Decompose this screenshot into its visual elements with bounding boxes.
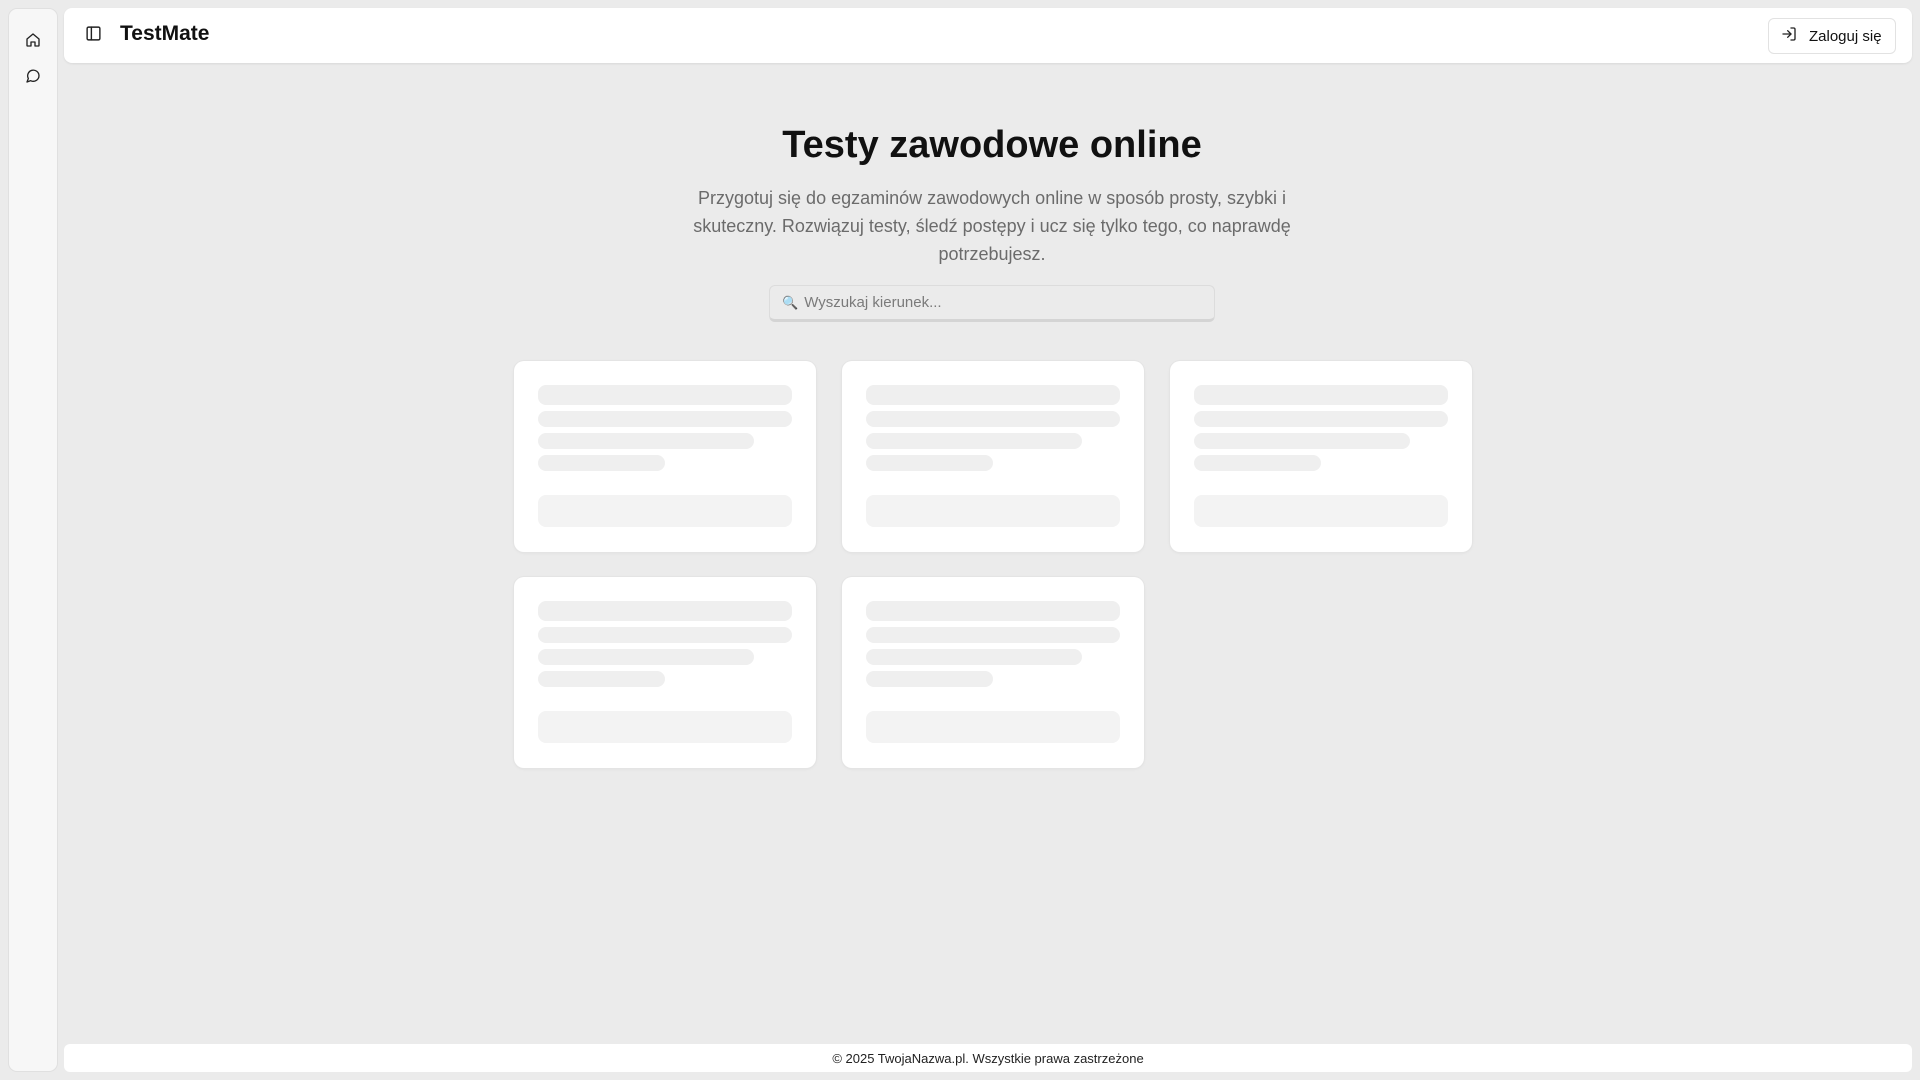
skeleton-line [866, 385, 1120, 405]
page-subtitle: Przygotuj się do egzaminów zawodowych on… [693, 188, 1291, 264]
skeleton-line [1194, 411, 1448, 427]
skeleton-button [538, 711, 792, 743]
home-button[interactable] [21, 30, 45, 54]
course-card-skeleton [842, 577, 1144, 768]
skeleton-button [866, 495, 1120, 527]
chat-icon [25, 68, 41, 89]
home-icon [25, 32, 41, 53]
course-card-skeleton [514, 577, 816, 768]
search-icon: 🔍 [782, 294, 799, 310]
skeleton-button [538, 495, 792, 527]
page-title: Testy zawodowe online [782, 124, 1202, 166]
skeleton-button [866, 711, 1120, 743]
skeleton-line [866, 627, 1120, 643]
skeleton-line [538, 385, 792, 405]
top-header: TestMate Zaloguj się [64, 8, 1912, 63]
skeleton-line [538, 455, 665, 471]
skeleton-line [538, 433, 754, 449]
sidebar-toggle-icon [85, 25, 102, 47]
skeleton-line [538, 627, 792, 643]
skeleton-line [866, 411, 1120, 427]
skeleton-line [538, 411, 792, 427]
search-box: 🔍 [769, 285, 1215, 322]
course-card-skeleton [1170, 361, 1472, 552]
course-card-skeleton [514, 361, 816, 552]
footer-copyright: © 2025 TwojaNazwa.pl. Wszystkie prawa za… [832, 1050, 1144, 1066]
skeleton-line [1194, 455, 1321, 471]
search-input[interactable] [804, 294, 1185, 311]
skeleton-line [1194, 385, 1448, 405]
skeleton-line [866, 671, 993, 687]
footer: © 2025 TwojaNazwa.pl. Wszystkie prawa za… [64, 1044, 1912, 1072]
skeleton-button [1194, 495, 1448, 527]
chat-button[interactable] [21, 66, 45, 90]
login-icon [1781, 26, 1797, 46]
skeleton-line [866, 433, 1082, 449]
sidebar-toggle-button[interactable] [80, 23, 106, 49]
login-button[interactable]: Zaloguj się [1768, 18, 1896, 54]
left-rail [9, 9, 57, 1071]
app-title: TestMate [120, 22, 210, 45]
skeleton-line [538, 671, 665, 687]
skeleton-line [1194, 433, 1410, 449]
skeleton-line [538, 601, 792, 621]
login-label: Zaloguj się [1809, 27, 1882, 45]
skeleton-line [866, 649, 1082, 665]
skeleton-line [866, 455, 993, 471]
course-card-skeleton [842, 361, 1144, 552]
skeleton-line [866, 601, 1120, 621]
skeleton-line [538, 649, 754, 665]
